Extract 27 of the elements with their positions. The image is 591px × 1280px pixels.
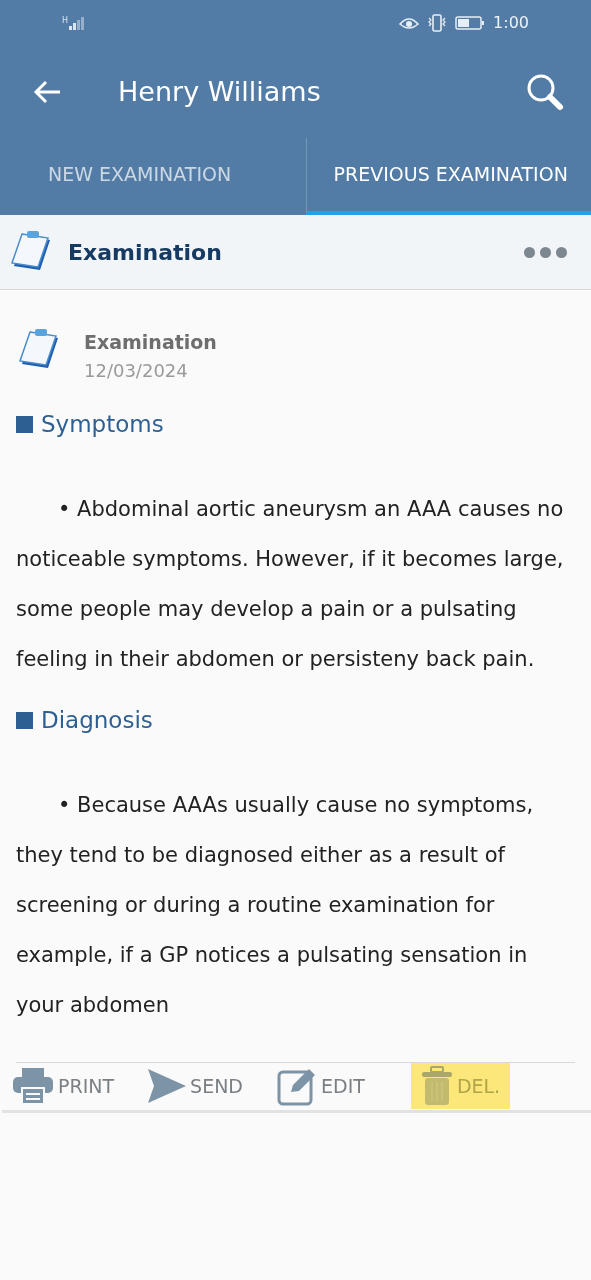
section-title: Examination — [68, 238, 223, 267]
status-time: 1:00 — [493, 12, 529, 34]
search-icon — [525, 72, 565, 112]
printer-icon — [12, 1067, 54, 1105]
action-button[interactable]: EDIT — [267, 1063, 375, 1109]
record-date: 12/03/2024 — [84, 358, 189, 383]
patient-name: Henry Williams — [118, 74, 322, 109]
section-heading: Diagnosis — [41, 706, 153, 736]
action-button[interactable]: DEL. — [410, 1063, 511, 1109]
section-text: • Abdominal aortic aneurysm an AAA causes no noticeable symptoms. However, if it becomes large, some people may develop a pain or a pulsating feeling in their abdomen or persisteny back pain. — [16, 495, 565, 673]
section-text: • Because AAAs usually cause no symptoms, they tend to be diagnosed either as a result of screening or during a routine examination for example, if a GP notices a pulsating sensation in your abdomen — [16, 791, 535, 1019]
tab[interactable]: NEW EXAMINATION — [0, 138, 306, 215]
trash-icon — [420, 1066, 453, 1106]
send-icon — [148, 1069, 187, 1103]
edit-icon — [277, 1066, 317, 1106]
more-button[interactable] — [524, 246, 567, 258]
heading-square-icon — [16, 712, 33, 729]
eye-icon — [399, 16, 420, 30]
heading-square-icon — [16, 416, 33, 433]
search-button[interactable] — [525, 72, 565, 112]
action-button[interactable]: PRINT — [2, 1063, 125, 1109]
battery-icon — [455, 15, 486, 31]
back-arrow-icon — [32, 79, 62, 105]
vibrate-icon — [427, 14, 448, 32]
action-button[interactable]: SEND — [138, 1063, 253, 1109]
record-title: Examination — [84, 330, 217, 355]
section-heading: Symptoms — [41, 410, 164, 440]
